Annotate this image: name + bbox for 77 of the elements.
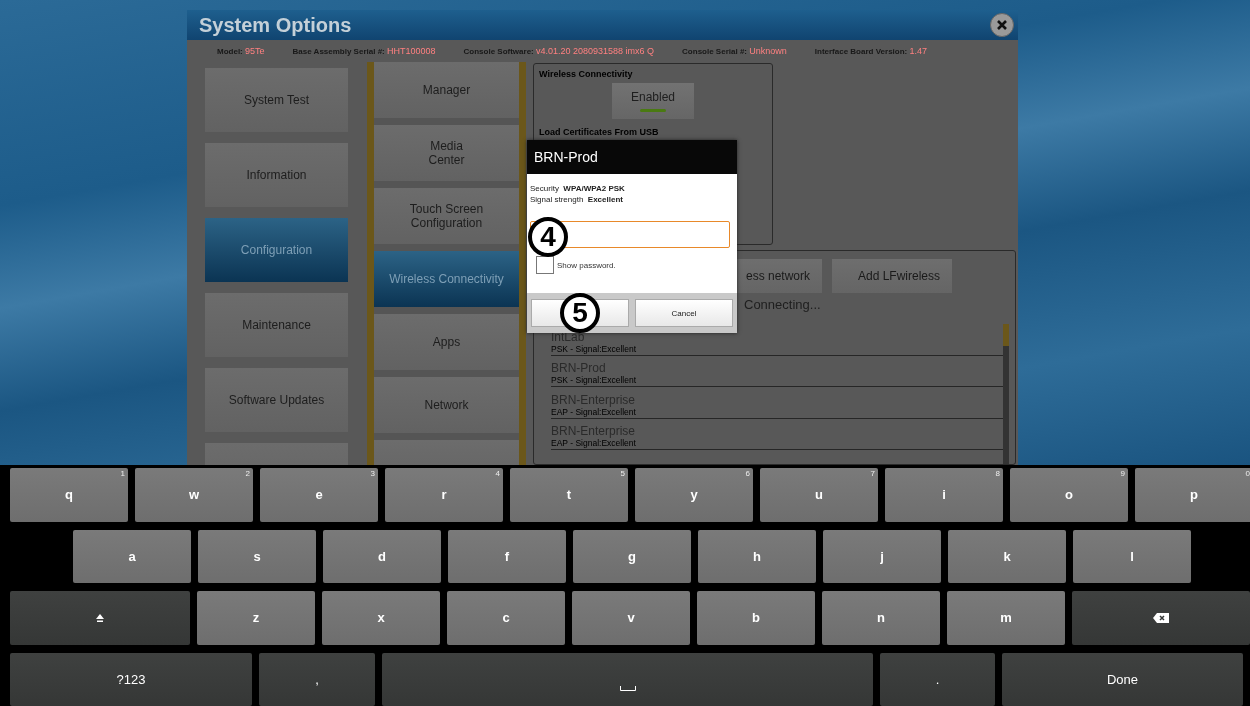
key[interactable]: q 1 <box>10 468 128 522</box>
info-field: Console Software: v4.01.20 2080931588 imx6 Q <box>463 46 655 56</box>
shift-icon <box>95 612 105 623</box>
toggle-button[interactable]: Enabled <box>612 83 694 119</box>
shift-key[interactable] <box>10 591 190 645</box>
key[interactable]: . <box>880 652 995 706</box>
key[interactable]: t 5 <box>510 468 628 522</box>
key[interactable]: l <box>1073 529 1191 583</box>
key[interactable]: i 8 <box>885 468 1003 522</box>
key[interactable]: , <box>259 652 375 706</box>
add-button[interactable]: Add LFwireless <box>832 259 952 293</box>
info-field: Interface Board Version: 1.47 <box>814 46 927 56</box>
backspace-icon <box>1153 612 1169 623</box>
key[interactable]: n <box>822 591 940 645</box>
info-field: Model: 95Te <box>217 46 265 56</box>
close-icon <box>996 19 1008 31</box>
key-hint: 2 <box>245 469 250 478</box>
key[interactable]: b <box>697 591 815 645</box>
key[interactable]: u 7 <box>760 468 878 522</box>
section-heading: Wireless Connectivity <box>539 69 634 79</box>
signal-text: Signal strength Excellent <box>530 194 624 205</box>
menu-button[interactable]: Maintenance <box>205 293 348 357</box>
key-hint: 4 <box>495 469 500 478</box>
menu-button[interactable]: System Test <box>205 68 348 132</box>
cancel-button[interactable]: Cancel <box>635 299 733 327</box>
key-hint: 8 <box>995 469 1000 478</box>
info-field: Base Assembly Serial #: HHT100008 <box>292 46 436 56</box>
submenu-button[interactable]: Wireless Connectivity <box>374 251 519 307</box>
submenu-button[interactable]: Network <box>374 377 519 433</box>
key[interactable]: w 2 <box>135 468 253 522</box>
key[interactable]: f <box>448 529 566 583</box>
dialog-title: BRN-Prod <box>527 140 737 174</box>
key[interactable]: x <box>322 591 440 645</box>
key[interactable]: k <box>948 529 1066 583</box>
space-icon <box>619 685 636 691</box>
key[interactable]: y 6 <box>635 468 753 522</box>
checkbox[interactable] <box>536 256 554 274</box>
key[interactable]: ?123 <box>10 652 252 706</box>
menu-button[interactable]: Configuration <box>205 218 348 282</box>
menu-button[interactable]: Information <box>205 143 348 207</box>
section-heading: Load Certificates From USB <box>539 127 660 137</box>
key[interactable]: v <box>572 591 690 645</box>
info-field: Console Serial #: Unknown <box>682 46 787 56</box>
security-text: Security WPA/WPA2 PSK <box>530 183 626 194</box>
key[interactable]: j <box>823 529 941 583</box>
key[interactable]: m <box>947 591 1065 645</box>
key-hint: 7 <box>870 469 875 478</box>
key-hint: 1 <box>120 469 125 478</box>
key[interactable]: p 0 <box>1135 468 1250 522</box>
key-hint: 5 <box>620 469 625 478</box>
key[interactable]: h <box>698 529 816 583</box>
scrollbar[interactable] <box>1003 324 1009 464</box>
submenu-button[interactable]: Media Center <box>374 125 519 181</box>
key-hint: 0 <box>1245 469 1250 478</box>
key-hint: 3 <box>370 469 375 478</box>
menu-button[interactable]: Software Updates <box>205 368 348 432</box>
close-button[interactable] <box>990 13 1014 37</box>
key[interactable]: g <box>573 529 691 583</box>
checkbox-label: Show password. <box>557 260 616 270</box>
key[interactable]: z <box>197 591 315 645</box>
submenu-button[interactable]: Touch Screen Configuration <box>374 188 519 244</box>
window-title: System Options <box>199 13 352 37</box>
key-hint: 6 <box>745 469 750 478</box>
submenu-button[interactable]: Apps <box>374 314 519 370</box>
done-key[interactable]: Done <box>1002 652 1243 706</box>
key[interactable]: c <box>447 591 565 645</box>
key[interactable]: a <box>73 529 191 583</box>
key[interactable]: o 9 <box>1010 468 1128 522</box>
key-hint: 9 <box>1120 469 1125 478</box>
key[interactable]: d <box>323 529 441 583</box>
key[interactable]: r 4 <box>385 468 503 522</box>
submenu-button[interactable]: Manager <box>374 62 519 118</box>
key[interactable]: s <box>198 529 316 583</box>
space-key[interactable] <box>382 652 873 706</box>
status-text: Connecting... <box>744 297 822 312</box>
backspace-key[interactable] <box>1072 591 1250 645</box>
key[interactable]: e 3 <box>260 468 378 522</box>
